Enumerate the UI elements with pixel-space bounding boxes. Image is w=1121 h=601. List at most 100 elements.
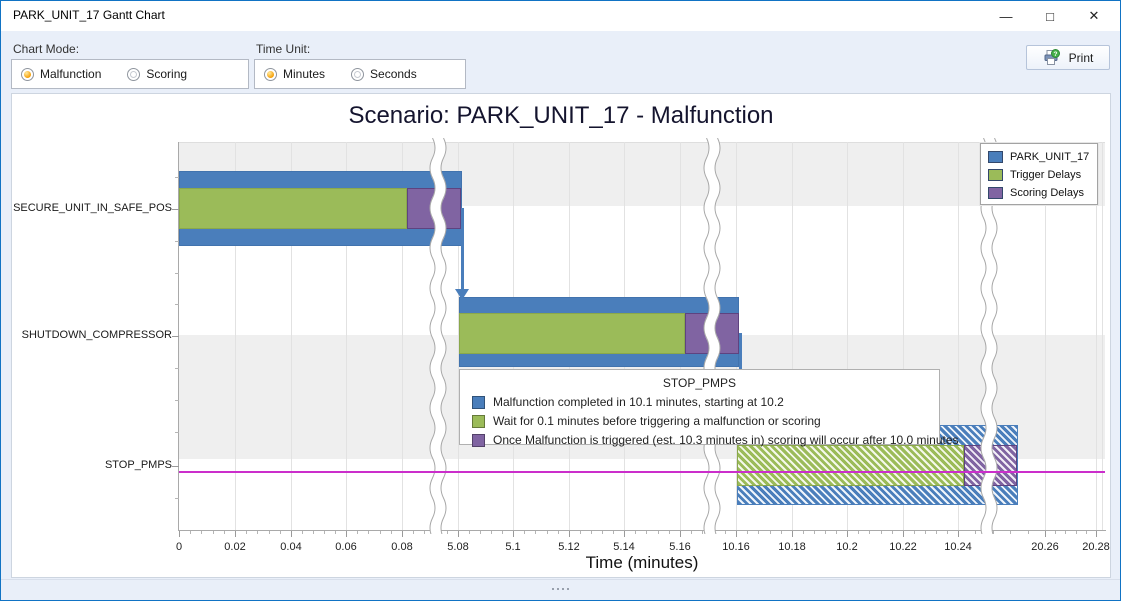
x-tick-label: 5.16 (669, 541, 690, 553)
y-axis-minor-tick (175, 304, 179, 305)
x-axis-minor-tick (190, 531, 191, 534)
tooltip: STOP_PMPS Malfunction completed in 10.1 … (459, 369, 940, 445)
time-unit-groupbox: Minutes Seconds (254, 59, 466, 89)
x-axis-minor-tick (914, 531, 915, 534)
x-axis-major-tick (1045, 531, 1046, 537)
x-axis-minor-tick (335, 531, 336, 534)
radio-malfunction[interactable]: Malfunction (21, 67, 101, 81)
tooltip-swatch-icon (472, 415, 485, 428)
x-axis-major-tick (792, 531, 793, 537)
x-tick-label: 5.12 (558, 541, 579, 553)
radio-unselected-icon[interactable] (351, 68, 364, 81)
tooltip-text: Malfunction completed in 10.1 minutes, s… (493, 395, 784, 409)
svg-text:?: ? (1053, 51, 1057, 58)
close-button[interactable]: ✕ (1072, 1, 1116, 31)
radio-unselected-icon[interactable] (127, 68, 140, 81)
x-axis-minor-tick (936, 531, 937, 534)
x-axis-minor-tick (1028, 531, 1029, 534)
x-tick-label: 0.02 (224, 541, 245, 553)
y-axis-minor-tick (175, 498, 179, 499)
minimize-button[interactable]: — (984, 1, 1028, 31)
x-axis-minor-tick (524, 531, 525, 534)
x-axis-minor-tick (758, 531, 759, 534)
legend: PARK_UNIT_17Trigger Delays Scoring Delays (980, 143, 1098, 205)
y-axis-major-tick (172, 209, 179, 210)
x-axis-minor-tick (580, 531, 581, 534)
gantt-bar-stop_pmps-trigger-delays[interactable] (737, 445, 964, 486)
tooltip-row: Once Malfunction is triggered (est. 10.3… (460, 433, 939, 447)
legend-swatch-icon (988, 187, 1003, 199)
x-tick-label: 0 (176, 541, 182, 553)
x-axis-major-tick (903, 531, 904, 537)
chart-panel: Scenario: PARK_UNIT_17 - Malfunction 0 0.… (11, 93, 1111, 578)
x-axis-minor-tick (313, 531, 314, 534)
x-axis-major-tick (1096, 531, 1097, 537)
print-button-label: Print (1069, 51, 1094, 65)
gantt-bar-shutdown_compressor-trigger-delays[interactable] (459, 313, 685, 354)
radio-selected-icon[interactable] (264, 68, 277, 81)
radio-malfunction-label: Malfunction (40, 67, 101, 81)
x-axis-major-tick (624, 531, 625, 537)
x-axis-minor-tick (368, 531, 369, 534)
x-axis-major-tick (291, 531, 292, 537)
x-axis-minor-tick (469, 531, 470, 534)
radio-selected-icon[interactable] (21, 68, 34, 81)
y-axis-major-tick (172, 336, 179, 337)
legend-item: PARK_UNIT_17 (988, 148, 1097, 166)
y-axis-minor-tick (175, 400, 179, 401)
radio-scoring[interactable]: Scoring (127, 67, 187, 81)
x-tick-label: 0.08 (391, 541, 412, 553)
x-axis-minor-tick (269, 531, 270, 534)
radio-seconds-label: Seconds (370, 67, 417, 81)
x-axis-minor-tick (602, 531, 603, 534)
y-category-label: STOP_PMPS (12, 459, 172, 471)
connector-line (461, 208, 464, 290)
x-axis-minor-tick (947, 531, 948, 534)
y-category-label: SECURE_UNIT_IN_SAFE_POS (12, 202, 172, 214)
x-axis-major-tick (680, 531, 681, 537)
x-axis-minor-tick (858, 531, 859, 534)
legend-label: Scoring Delays (1010, 187, 1084, 199)
x-axis-minor-tick (881, 531, 882, 534)
x-axis-minor-tick (547, 531, 548, 534)
window-title: PARK_UNIT_17 Gantt Chart (13, 8, 165, 22)
x-axis-minor-tick (646, 531, 647, 534)
x-axis-minor-tick (869, 531, 870, 534)
x-axis-minor-tick (246, 531, 247, 534)
axis-break-icon (701, 138, 723, 534)
y-axis-major-tick (172, 466, 179, 467)
plot-top-border (179, 142, 1105, 143)
time-unit-label: Time Unit: (256, 42, 310, 56)
x-axis-minor-tick (975, 531, 976, 534)
y-axis-minor-tick (175, 368, 179, 369)
x-axis-minor-tick (1086, 531, 1087, 534)
legend-item: Trigger Delays (988, 166, 1097, 184)
tooltip-swatch-icon (472, 396, 485, 409)
x-axis-minor-tick (591, 531, 592, 534)
maximize-button[interactable]: □ (1028, 1, 1072, 31)
time-marker-line (179, 471, 1105, 473)
x-tick-label: 10.24 (944, 541, 972, 553)
radio-minutes[interactable]: Minutes (264, 67, 325, 81)
x-axis-major-tick (569, 531, 570, 537)
gantt-bar-secure_unit_in_safe_pos-trigger-delays[interactable] (179, 188, 407, 229)
print-button[interactable]: ? Print (1026, 45, 1110, 70)
x-axis-minor-tick (257, 531, 258, 534)
x-axis-minor-tick (535, 531, 536, 534)
chart-title: Scenario: PARK_UNIT_17 - Malfunction (12, 102, 1110, 130)
x-axis-major-tick (736, 531, 737, 537)
x-axis-minor-tick (380, 531, 381, 534)
x-tick-label: 10.16 (722, 541, 750, 553)
legend-swatch-icon (988, 151, 1003, 163)
x-axis-minor-tick (814, 531, 815, 534)
radio-seconds[interactable]: Seconds (351, 67, 417, 81)
x-axis-minor-tick (491, 531, 492, 534)
x-axis-minor-tick (825, 531, 826, 534)
x-axis-major-tick (235, 531, 236, 537)
splitter-grip-icon[interactable] (552, 588, 569, 590)
x-axis-minor-tick (324, 531, 325, 534)
x-axis-minor-tick (302, 531, 303, 534)
x-axis-minor-tick (480, 531, 481, 534)
tooltip-row: Wait for 0.1 minutes before triggering a… (460, 414, 939, 428)
window-controls: — □ ✕ (984, 1, 1116, 31)
